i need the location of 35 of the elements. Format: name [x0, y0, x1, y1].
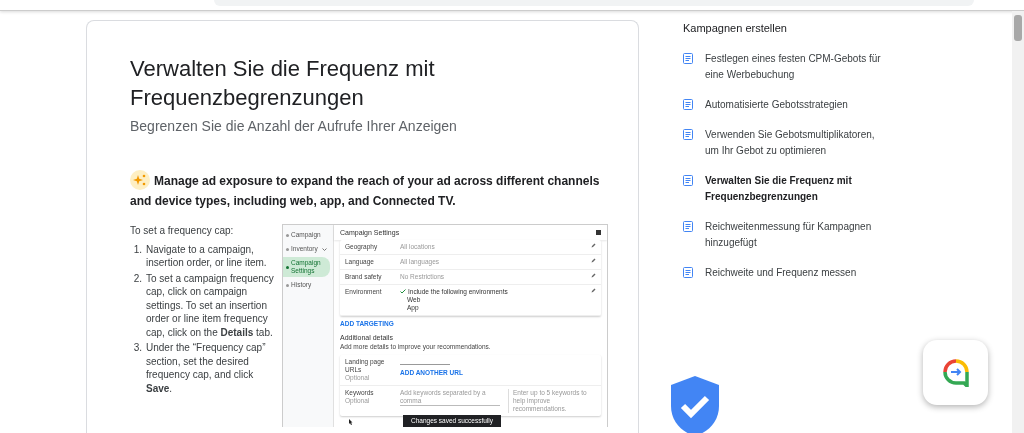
scrollbar[interactable] — [1012, 11, 1024, 433]
step-text: Navigate to a campaign, insertion order, or line item. — [146, 242, 268, 270]
pencil-icon[interactable] — [591, 243, 596, 248]
shield-check-icon — [671, 376, 719, 433]
document-icon — [683, 221, 693, 232]
sidebar-link[interactable]: Reichweite und Frequenz messen — [683, 265, 890, 281]
document-icon — [683, 99, 693, 110]
intro-text: To set a frequency cap: — [130, 224, 235, 238]
callout-text: Manage ad exposure to expand the reach of your ad across different channels and device types, including web, app, and Connected TV. — [130, 170, 620, 211]
step-text: To set a campaign frequency cap, click on campaign settings. To set an insertion order or line item frequency cap, click on the Details tab. — [146, 271, 275, 339]
pencil-icon[interactable] — [591, 288, 596, 293]
step-number: 1. — [132, 242, 142, 257]
document-icon — [683, 175, 693, 186]
article-title: Verwalten Sie die Frequenz mit Frequenzbegrenzungen — [130, 55, 436, 112]
pencil-icon[interactable] — [591, 273, 596, 278]
step-number: 3. — [132, 341, 142, 355]
assistant-button[interactable] — [923, 340, 988, 405]
sidebar-link[interactable]: Automatisierte Gebotsstrategien — [683, 97, 890, 113]
sidebar-link[interactable]: Festlegen eines festen CPM-Gebots für eine Werbebuchung — [683, 51, 890, 83]
cursor-icon — [349, 419, 353, 425]
chat-arrow-icon — [942, 358, 969, 387]
pencil-icon[interactable] — [591, 258, 596, 263]
document-icon — [683, 129, 693, 140]
document-icon — [683, 53, 693, 64]
step-text: Under the “Frequency cap” section, set the desired frequency cap, and click Save. — [146, 341, 267, 395]
sidebar-link[interactable]: Verwalten Sie die Frequenz mit Frequenzbegrenzungen — [683, 173, 890, 205]
check-icon — [400, 289, 406, 294]
sidebar-heading: Kampagnen erstellen — [683, 22, 788, 34]
document-icon — [683, 267, 693, 278]
step-number: 2. — [132, 271, 142, 286]
sidebar-link[interactable]: Reichweitenmessung für Kampagnen hinzugefügt — [683, 219, 890, 251]
article-subtitle: Begrenzen Sie die Anzahl der Aufrufe Ihrer Anzeigen — [130, 118, 458, 134]
chevron-icon — [322, 247, 327, 251]
sidebar-link[interactable]: Verwenden Sie Gebotsmultiplikatoren, um Ihr Gebot zu optimieren — [683, 127, 890, 159]
sparkle-icon — [130, 170, 150, 190]
